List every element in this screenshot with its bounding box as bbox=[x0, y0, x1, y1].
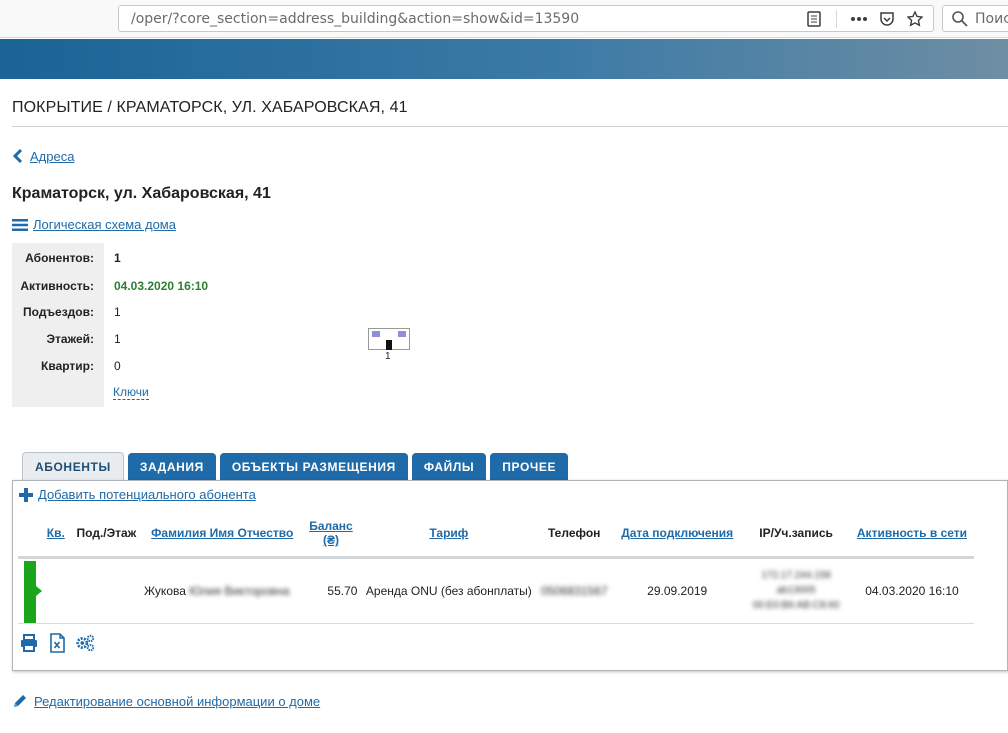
building-name: Краматорск, ул. Хабаровская, 41 bbox=[12, 185, 271, 202]
app-header bbox=[0, 39, 1008, 79]
info-row-subscribers: Абонентов: 1 bbox=[25, 251, 121, 265]
edit-building-info-link[interactable]: Редактирование основной информации о дом… bbox=[34, 694, 320, 709]
pencil-icon bbox=[14, 695, 26, 707]
tab-subscribers[interactable]: АБОНЕНТЫ bbox=[22, 452, 124, 481]
col-apartment[interactable]: Кв. bbox=[18, 511, 69, 559]
tab-bar: АБОНЕНТЫ ЗАДАНИЯ ОБЪЕКТЫ РАЗМЕЩЕНИЯ ФАЙЛ… bbox=[22, 452, 569, 481]
table-header-row: Кв. Под./Этаж Фамилия Имя Отчество Балан… bbox=[18, 511, 974, 559]
reader-view-icon[interactable] bbox=[800, 9, 828, 29]
bookmark-star-icon[interactable] bbox=[901, 9, 929, 29]
browser-search-box[interactable]: Поиск bbox=[942, 5, 1008, 32]
title-divider bbox=[12, 126, 1008, 127]
back-to-addresses[interactable]: Адреса bbox=[12, 148, 74, 164]
building-schema-entrance[interactable] bbox=[368, 328, 410, 350]
info-row-activity: Активность: 04.03.2020 16:10 bbox=[20, 279, 209, 293]
col-connect-date[interactable]: Дата подключения bbox=[612, 511, 743, 559]
edit-building-info[interactable]: Редактирование основной информации о дом… bbox=[12, 693, 320, 709]
pocket-icon[interactable] bbox=[873, 9, 901, 29]
expand-arrow-icon[interactable] bbox=[36, 585, 42, 596]
page-title: ПОКРЫТИЕ / КРАМАТОРСК, УЛ. ХАБАРОВСКАЯ, … bbox=[12, 99, 408, 116]
print-icon[interactable] bbox=[19, 633, 39, 653]
table-row[interactable]: Жукова Юлия Викторовна 55.70 Аренда ONU … bbox=[18, 557, 974, 624]
cell-ip-account: 172.17.244.158 ab13005 00:E0:B6:AB:C8:60 bbox=[742, 557, 850, 624]
logical-scheme[interactable]: Логическая схема дома bbox=[12, 217, 176, 232]
info-row-entrances: Подъездов: 1 bbox=[23, 305, 121, 319]
cell-full-name[interactable]: Жукова Юлия Викторовна bbox=[143, 557, 301, 624]
url-separator bbox=[836, 10, 837, 28]
plus-icon bbox=[19, 487, 33, 502]
cell-phone: 0506831567 bbox=[536, 557, 613, 624]
cell-tariff: Аренда ONU (без абонплаты) bbox=[361, 557, 537, 624]
col-ip-account: IP/Уч.запись bbox=[742, 511, 850, 559]
tab-other[interactable]: ПРОЧЕЕ bbox=[490, 453, 569, 480]
address-bar[interactable]: /oper/?core_section=address_building&act… bbox=[118, 5, 934, 32]
tab-tasks[interactable]: ЗАДАНИЯ bbox=[127, 453, 216, 480]
chevron-left-icon bbox=[12, 148, 23, 164]
window-icon bbox=[372, 331, 380, 337]
subscribers-panel: Добавить потенциального абонента Кв. Под… bbox=[12, 480, 1008, 671]
col-phone: Телефон bbox=[536, 511, 613, 559]
status-bar bbox=[24, 560, 36, 623]
list-icon bbox=[12, 218, 28, 231]
tab-files[interactable]: ФАЙЛЫ bbox=[411, 453, 487, 480]
table-actions bbox=[19, 633, 95, 653]
excel-export-icon[interactable] bbox=[47, 633, 67, 653]
cell-connect-date: 29.09.2019 bbox=[612, 557, 743, 624]
page-actions-icon[interactable] bbox=[845, 9, 873, 29]
url-actions bbox=[800, 9, 929, 29]
col-network-activity[interactable]: Активность в сети bbox=[849, 511, 974, 559]
window-icon bbox=[398, 331, 406, 337]
status-indicator bbox=[18, 557, 69, 624]
col-full-name[interactable]: Фамилия Имя Отчество bbox=[143, 511, 301, 559]
addresses-link[interactable]: Адреса bbox=[30, 149, 74, 164]
entrance-number: 1 bbox=[385, 351, 391, 362]
door-icon bbox=[386, 340, 392, 350]
keys-link[interactable]: Ключи bbox=[113, 385, 149, 400]
settings-gears-icon[interactable] bbox=[75, 633, 95, 653]
search-icon bbox=[952, 11, 968, 27]
browser-toolbar: /oper/?core_section=address_building&act… bbox=[0, 0, 1008, 38]
cell-entrance-floor bbox=[68, 557, 144, 624]
col-entrance-floor: Под./Этаж bbox=[68, 511, 144, 559]
logical-scheme-link[interactable]: Логическая схема дома bbox=[33, 217, 176, 232]
col-tariff[interactable]: Тариф bbox=[361, 511, 537, 559]
cell-balance: 55.70 bbox=[300, 557, 362, 624]
search-placeholder: Поиск bbox=[975, 11, 1008, 27]
building-info-panel bbox=[12, 243, 104, 407]
add-potential-subscriber-link[interactable]: Добавить потенциального абонента bbox=[38, 487, 256, 502]
info-row-apartments: Квартир: 0 bbox=[41, 359, 121, 373]
col-balance[interactable]: Баланс (₴) bbox=[300, 511, 362, 559]
subscribers-table: Кв. Под./Этаж Фамилия Имя Отчество Балан… bbox=[18, 511, 974, 624]
url-text[interactable]: /oper/?core_section=address_building&act… bbox=[131, 11, 579, 27]
tab-placement-objects[interactable]: ОБЪЕКТЫ РАЗМЕЩЕНИЯ bbox=[219, 453, 408, 480]
cell-network-activity: 04.03.2020 16:10 bbox=[849, 557, 974, 624]
add-potential-subscriber[interactable]: Добавить потенциального абонента bbox=[19, 487, 256, 502]
